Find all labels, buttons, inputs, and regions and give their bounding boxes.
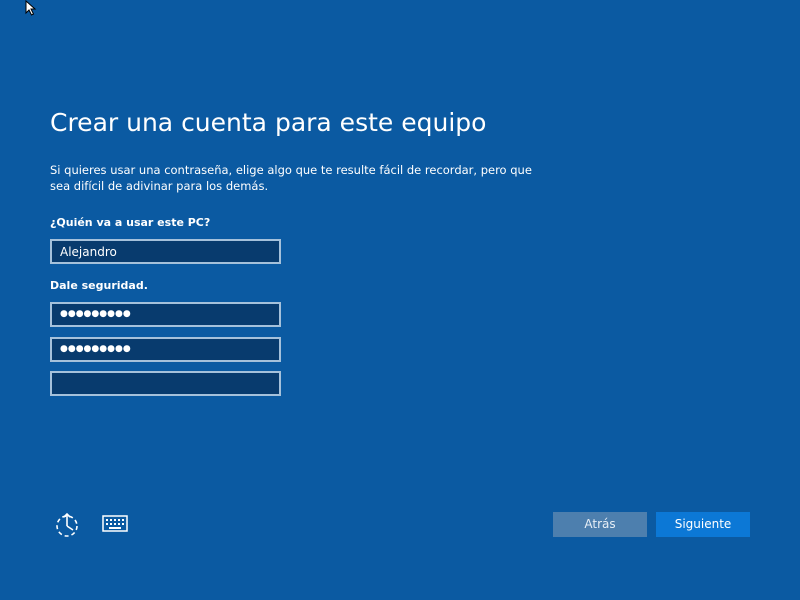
page-description: Si quieres usar una contraseña, elige al…	[50, 163, 532, 193]
password-field[interactable]: ●●●●●●●●●	[50, 302, 281, 327]
on-screen-keyboard-icon[interactable]	[102, 515, 128, 533]
mouse-pointer-icon	[25, 0, 37, 16]
confirm-password-field[interactable]: ●●●●●●●●●	[50, 337, 281, 362]
confirm-password-mask: ●●●●●●●●●	[60, 344, 131, 354]
user-name-label: ¿Quién va a usar este PC?	[50, 216, 211, 229]
security-label: Dale seguridad.	[50, 279, 148, 292]
user-name-input[interactable]	[52, 241, 279, 263]
password-mask: ●●●●●●●●●	[60, 309, 131, 319]
password-hint-field-container	[50, 371, 281, 396]
account-setup-screen: Crear una cuenta para este equipo Si qui…	[0, 0, 800, 600]
next-button[interactable]: Siguiente	[656, 512, 750, 537]
user-name-field-container	[50, 239, 281, 264]
password-hint-input[interactable]	[52, 373, 279, 395]
page-title: Crear una cuenta para este equipo	[50, 108, 487, 137]
ease-of-access-icon[interactable]	[54, 512, 80, 538]
back-button[interactable]: Atrás	[553, 512, 647, 537]
